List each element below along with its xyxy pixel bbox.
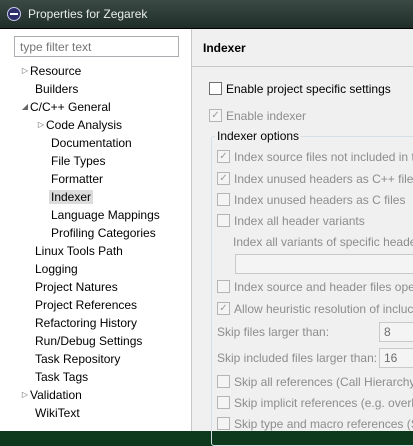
window-title: Properties for Zegarek: [28, 7, 148, 21]
index-source-open-checkbox[interactable]: Index source and header files oper: [217, 278, 413, 296]
tree-item-cpp-general[interactable]: ◢ C/C++ General: [20, 98, 111, 116]
filter-input[interactable]: [14, 36, 179, 57]
expand-arrow-icon[interactable]: ▷: [20, 386, 30, 404]
expand-arrow-icon[interactable]: ▷: [36, 116, 46, 134]
skip-implicit-refs-checkbox[interactable]: Skip implicit references (e.g. overlo: [217, 394, 413, 412]
skip-type-macro-refs-checkbox[interactable]: Skip type and macro references (Se: [217, 415, 413, 433]
index-unused-c-checkbox[interactable]: Index unused headers as C files: [217, 191, 405, 209]
navigation-pane: ▷Resource Builders ◢C/C++ General ▷Code …: [0, 29, 192, 431]
enable-indexer-checkbox[interactable]: ✓ Enable indexer: [209, 107, 306, 125]
expand-arrow-icon[interactable]: ▷: [20, 62, 30, 80]
checkmark-icon[interactable]: ✓: [217, 172, 230, 186]
skip-included-larger-label: Skip included files larger than:: [217, 351, 378, 365]
skip-files-larger-field[interactable]: 8: [379, 322, 413, 342]
indexer-page: Indexer Enable project specific settings…: [192, 29, 413, 446]
tree-item-builders[interactable]: Builders: [35, 80, 78, 98]
enable-project-specific-checkbox[interactable]: Enable project specific settings: [209, 80, 391, 98]
checkmark-icon[interactable]: ✓: [217, 150, 230, 164]
tree-item-formatter[interactable]: Formatter: [51, 170, 103, 188]
index-unused-cpp-checkbox[interactable]: ✓ Index unused headers as C++ files: [217, 170, 413, 188]
eclipse-app-icon: [7, 7, 21, 21]
dialog-body: ▷Resource Builders ◢C/C++ General ▷Code …: [0, 29, 413, 446]
tree-item-wikitext[interactable]: WikiText: [35, 404, 80, 422]
tree-item-task-repository[interactable]: Task Repository: [35, 350, 120, 368]
tree-item-code-analysis[interactable]: ▷ Code Analysis: [36, 116, 122, 134]
index-all-variants-specific-label: Index all variants of specific heade: [233, 235, 413, 249]
tree-item-run-debug-settings[interactable]: Run/Debug Settings: [35, 332, 142, 350]
skip-included-larger-field[interactable]: 16: [379, 348, 413, 368]
title-separator: [192, 66, 413, 67]
tree-item-indexer[interactable]: Indexer: [49, 188, 94, 206]
indexer-options-label: Indexer options: [215, 129, 302, 143]
specific-headers-field[interactable]: [235, 254, 413, 274]
title-bar: Properties for Zegarek: [0, 0, 413, 29]
skip-files-larger-label: Skip files larger than:: [217, 325, 330, 339]
checkbox-box[interactable]: [209, 82, 222, 96]
index-all-variants-checkbox[interactable]: Index all header variants: [217, 212, 365, 230]
skip-all-refs-checkbox[interactable]: Skip all references (Call Hierarchy a: [217, 373, 413, 391]
page-title: Indexer: [203, 41, 246, 55]
tree-item-project-references[interactable]: Project References: [35, 296, 137, 314]
allow-heuristic-checkbox[interactable]: ✓ Allow heuristic resolution of incluc: [217, 300, 413, 318]
checkmark-icon[interactable]: ✓: [217, 302, 230, 316]
tree-item-profiling-categories[interactable]: Profiling Categories: [51, 224, 156, 242]
tree-item-resource[interactable]: ▷ Resource: [20, 62, 81, 80]
tree-item-file-types[interactable]: File Types: [51, 152, 105, 170]
tree-item-language-mappings[interactable]: Language Mappings: [51, 206, 160, 224]
tree-item-documentation[interactable]: Documentation: [51, 134, 132, 152]
tree-item-project-natures[interactable]: Project Natures: [35, 278, 118, 296]
tree-item-linux-tools-path[interactable]: Linux Tools Path: [35, 242, 123, 260]
collapse-arrow-icon[interactable]: ◢: [20, 98, 30, 116]
tree-item-logging[interactable]: Logging: [35, 260, 78, 278]
tree-item-task-tags[interactable]: Task Tags: [35, 368, 88, 386]
index-source-not-included-checkbox[interactable]: ✓ Index source files not included in t: [217, 148, 413, 166]
tree-item-validation[interactable]: ▷ Validation: [20, 386, 82, 404]
checkmark-icon[interactable]: ✓: [209, 109, 222, 123]
tree-item-refactoring-history[interactable]: Refactoring History: [35, 314, 137, 332]
